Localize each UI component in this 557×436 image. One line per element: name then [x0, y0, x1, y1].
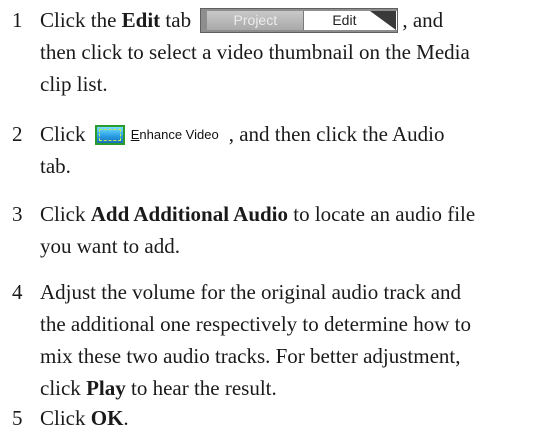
- step-number: 3: [12, 202, 23, 226]
- project-edit-tabs: Project Edit: [200, 8, 399, 33]
- tab-corner-decoration: [370, 11, 397, 30]
- edit-label: Edit: [121, 8, 161, 32]
- play-label: Play: [86, 376, 126, 400]
- add-additional-audio-label: Add Additional Audio: [90, 202, 289, 226]
- step-number: 5: [12, 406, 23, 430]
- tab-project[interactable]: Project: [207, 11, 305, 30]
- enhance-video-icon: [94, 125, 125, 145]
- instruction-list: 1 Click the Edit tab Project Edit , and …: [0, 0, 557, 436]
- step-number: 2: [12, 122, 23, 146]
- step-number: 1: [12, 8, 23, 32]
- ok-label: OK: [90, 406, 124, 430]
- enhance-video-label: Enhance Video: [130, 127, 219, 142]
- enhance-video-button[interactable]: Enhance Video: [93, 123, 227, 147]
- step-number: 4: [12, 280, 23, 304]
